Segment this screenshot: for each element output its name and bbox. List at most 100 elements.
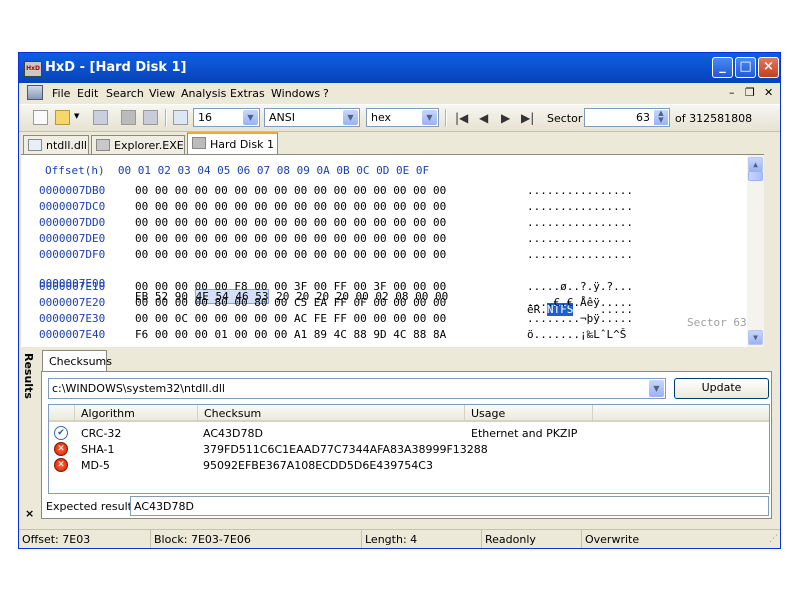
- minimize-button[interactable]: _: [712, 57, 733, 78]
- usage-column-header[interactable]: Usage: [465, 405, 593, 422]
- status-block: Block: 7E03-7E06: [151, 530, 362, 548]
- maximize-button[interactable]: □: [735, 57, 756, 78]
- toolbar-separator: [445, 109, 447, 127]
- status-column-header[interactable]: [49, 405, 75, 422]
- hex-row-selected[interactable]: 0000007E00 EB 52 90 4E 54 46 53 20 20 20…: [39, 264, 774, 329]
- mdi-restore-icon[interactable]: ❐: [745, 86, 755, 99]
- open-disk-icon[interactable]: [121, 110, 136, 125]
- menu-extras[interactable]: Extras: [230, 87, 265, 100]
- hex-vertical-scrollbar[interactable]: ▲ ▼: [747, 155, 764, 347]
- scroll-thumb[interactable]: [748, 171, 763, 181]
- menu-search[interactable]: Search: [106, 87, 144, 100]
- menu-file[interactable]: File: [52, 87, 70, 100]
- checksum-file-select[interactable]: c:\WINDOWS\system32\ntdll.dll ▼: [48, 378, 666, 399]
- row-offset: 0000007DC0: [39, 200, 106, 213]
- mdi-close-icon[interactable]: ✕: [764, 86, 773, 99]
- chevron-down-icon[interactable]: ▼: [343, 110, 358, 125]
- row-ascii[interactable]: ................: [527, 216, 633, 229]
- open-dropdown-icon[interactable]: ▼: [74, 112, 79, 120]
- checksum-column-header[interactable]: Checksum: [198, 405, 465, 422]
- previous-sector-icon[interactable]: ◀: [479, 111, 488, 125]
- row-bytes[interactable]: 00 00 00 00 00 00 00 00 00 00 00 00 00 0…: [135, 232, 446, 245]
- status-insert-mode[interactable]: Overwrite: [582, 530, 762, 548]
- algorithm-column-header[interactable]: Algorithm: [75, 405, 198, 422]
- toolbar: ▼ 16 ▼ ANSI ▼ hex ▼ |◀ ◀ ▶ ▶| Sector 63 …: [19, 104, 780, 132]
- save-disk-icon[interactable]: [93, 110, 108, 125]
- chevron-down-icon[interactable]: ▼: [649, 380, 664, 397]
- row-ascii[interactable]: ................: [527, 232, 633, 245]
- checksum-cell: 95092EFBE367A108ECDD5D6E439754C3: [203, 459, 433, 472]
- first-sector-icon[interactable]: |◀: [455, 111, 468, 125]
- toolbar-separator: [165, 109, 167, 127]
- row-bytes[interactable]: F6 00 00 00 01 00 00 00 A1 89 4C 88 9D 4…: [135, 328, 446, 341]
- spin-up-down-icon[interactable]: ▲ ▼: [654, 110, 668, 125]
- algorithm-cell: SHA-1: [81, 443, 115, 456]
- sector-value: 63: [636, 111, 650, 124]
- menu-windows[interactable]: Windows: [271, 87, 320, 100]
- open-folder-icon[interactable]: [55, 110, 70, 125]
- row-ascii[interactable]: ................: [527, 248, 633, 261]
- row-ascii[interactable]: ................: [527, 184, 633, 197]
- row-ascii[interactable]: .....ø..?.ÿ.?...: [527, 280, 633, 293]
- tab-label: ntdll.dll: [46, 139, 87, 152]
- chevron-down-icon[interactable]: ▼: [422, 110, 437, 125]
- row-bytes[interactable]: 00 00 00 00 00 00 00 00 00 00 00 00 00 0…: [135, 248, 446, 261]
- tab-checksums[interactable]: Checksums: [42, 350, 112, 371]
- tab-ntdll[interactable]: ntdll.dll: [23, 135, 89, 154]
- update-button[interactable]: Update: [674, 378, 769, 399]
- title-bar[interactable]: HxD HxD - [Hard Disk 1] _ □ ×: [19, 53, 780, 83]
- resize-grip-icon[interactable]: ⋰: [769, 534, 778, 544]
- table-row[interactable]: ✕ MD-5 95092EFBE367A108ECDD5D6E439754C3: [49, 458, 769, 474]
- sector-input[interactable]: 63 ▲ ▼: [584, 108, 670, 127]
- tab-hard-disk[interactable]: Hard Disk 1: [187, 132, 278, 154]
- tab-explorer[interactable]: Explorer.EXE: [91, 135, 185, 154]
- row-bytes[interactable]: 00 00 00 00 00 F8 00 00 3F 00 FF 00 3F 0…: [135, 280, 446, 293]
- next-sector-icon[interactable]: ▶: [501, 111, 510, 125]
- row-bytes[interactable]: 00 00 00 00 00 00 00 00 00 00 00 00 00 0…: [135, 184, 446, 197]
- table-row[interactable]: ✕ SHA-1 379FD511C6C1EAAD77C7344AFA83A389…: [49, 442, 769, 458]
- open-ram-icon[interactable]: [143, 110, 158, 125]
- last-sector-icon[interactable]: ▶|: [521, 111, 534, 125]
- new-file-icon[interactable]: [33, 110, 48, 125]
- expected-result-input[interactable]: AC43D78D: [130, 496, 769, 516]
- row-ascii[interactable]: ........¬þÿ.....: [527, 312, 633, 325]
- dll-file-icon: [28, 139, 42, 151]
- tab-label: Hard Disk 1: [210, 138, 274, 151]
- offset-base-value: hex: [371, 111, 392, 124]
- hex-view[interactable]: Offset(h) 00 01 02 03 04 05 06 07 08 09 …: [21, 154, 764, 347]
- close-button[interactable]: ×: [758, 57, 779, 78]
- chevron-down-icon[interactable]: ▼: [243, 110, 258, 125]
- charset-select[interactable]: ANSI ▼: [264, 108, 360, 127]
- menu-view[interactable]: View: [149, 87, 175, 100]
- row-bytes[interactable]: 00 00 00 00 00 00 00 00 00 00 00 00 00 0…: [135, 200, 446, 213]
- scroll-up-icon[interactable]: ▲: [748, 157, 763, 172]
- row-ascii[interactable]: ....€.€.Åêÿ.....: [527, 296, 633, 309]
- row-offset: 0000007DF0: [39, 248, 106, 261]
- close-results-icon[interactable]: ×: [25, 507, 34, 520]
- menu-analysis[interactable]: Analysis: [181, 87, 226, 100]
- row-bytes[interactable]: 00 00 00 00 80 00 80 00 C5 EA FF 0F 00 0…: [135, 296, 446, 309]
- mdi-minimize-icon[interactable]: –: [729, 86, 735, 99]
- row-ascii[interactable]: ................: [527, 200, 633, 213]
- row-bytes[interactable]: 00 00 0C 00 00 00 00 00 AC FE FF 00 00 0…: [135, 312, 446, 325]
- menu-help[interactable]: ?: [323, 87, 329, 100]
- menu-edit[interactable]: Edit: [77, 87, 98, 100]
- checksum-table[interactable]: Algorithm Checksum Usage ✔ CRC-32 AC43D7…: [48, 404, 770, 494]
- offset-base-select[interactable]: hex ▼: [366, 108, 439, 127]
- sector-total: of 312581808: [675, 112, 753, 125]
- table-row[interactable]: ✔ CRC-32 AC43D78D Ethernet and PKZIP: [49, 426, 769, 442]
- status-text: Offset: 7E03: [22, 533, 91, 546]
- bytes-per-row-icon: [173, 110, 188, 125]
- tab-label: Explorer.EXE: [114, 139, 184, 152]
- scroll-down-icon[interactable]: ▼: [748, 330, 763, 345]
- sector-marker: Sector 63: [687, 316, 747, 329]
- checksum-cell: 379FD511C6C1EAAD77C7344AFA83A38999F13288: [203, 443, 488, 456]
- row-ascii[interactable]: ö.......¡‰LˆL^Š: [527, 328, 626, 341]
- row-bytes[interactable]: 00 00 00 00 00 00 00 00 00 00 00 00 00 0…: [135, 216, 446, 229]
- document-menu-icon[interactable]: [27, 85, 43, 100]
- row-offset: 0000007E40: [39, 328, 106, 341]
- expected-result-label: Expected result:: [46, 500, 136, 513]
- hxd-app-icon[interactable]: HxD: [24, 61, 42, 77]
- bytes-per-row-select[interactable]: 16 ▼: [193, 108, 260, 127]
- row-offset: 0000007E20: [39, 296, 106, 309]
